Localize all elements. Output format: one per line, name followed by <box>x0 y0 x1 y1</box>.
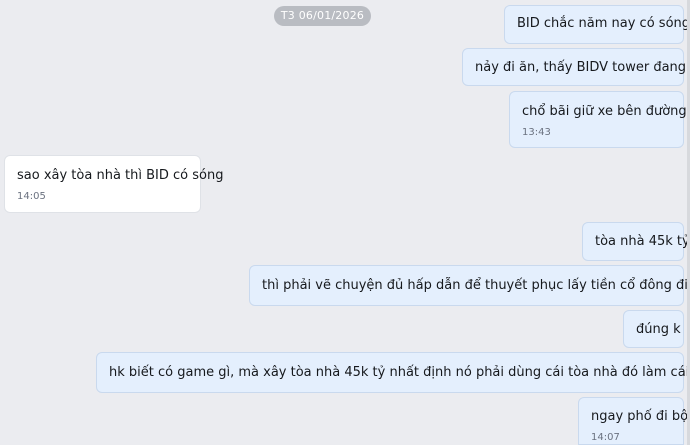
message-bubble-outgoing[interactable]: chổ bãi giữ xe bên đường á 13:43 <box>509 91 690 148</box>
message-text: tòa nhà 45k tỷ <box>595 234 690 249</box>
message-bubble-outgoing[interactable]: hk biết có game gì, mà xây tòa nhà 45k t… <box>96 352 690 393</box>
message-time: 13:43 <box>522 127 551 138</box>
message-time: 14:07 <box>591 432 620 443</box>
message-bubble-outgoing[interactable]: nảy đi ăn, thấy BIDV tower đang xây <box>462 48 690 86</box>
message-bubble-outgoing[interactable]: tòa nhà 45k tỷ <box>582 222 690 261</box>
message-text: BID chắc năm nay có sóng á <box>517 16 690 31</box>
message-text: sao xây tòa nhà thì BID có sóng <box>17 168 224 183</box>
message-time: 14:05 <box>17 191 46 202</box>
message-bubble-incoming[interactable]: sao xây tòa nhà thì BID có sóng 14:05 <box>4 155 224 213</box>
message-bubble-outgoing[interactable]: ngay phố đi bộ 14:07 <box>578 397 689 445</box>
chat-thread[interactable]: T3 06/01/2026 BID chắc năm nay có sóng á… <box>0 0 690 445</box>
message-bubble-outgoing[interactable]: thì phải vẽ chuyện đủ hấp dẫn để thuyết … <box>249 265 690 306</box>
message-text: ngay phố đi bộ <box>591 409 689 424</box>
message-text: hk biết có game gì, mà xây tòa nhà 45k t… <box>109 365 690 380</box>
date-divider: T3 06/01/2026 <box>274 6 371 26</box>
message-bubble-outgoing[interactable]: BID chắc năm nay có sóng á <box>504 5 690 44</box>
message-text: thì phải vẽ chuyện đủ hấp dẫn để thuyết … <box>262 278 690 293</box>
message-text: chổ bãi giữ xe bên đường á <box>522 104 690 119</box>
message-text: nảy đi ăn, thấy BIDV tower đang xây <box>475 60 690 75</box>
message-bubble-outgoing[interactable]: đúng k <box>623 310 684 348</box>
message-text: đúng k <box>636 322 681 337</box>
